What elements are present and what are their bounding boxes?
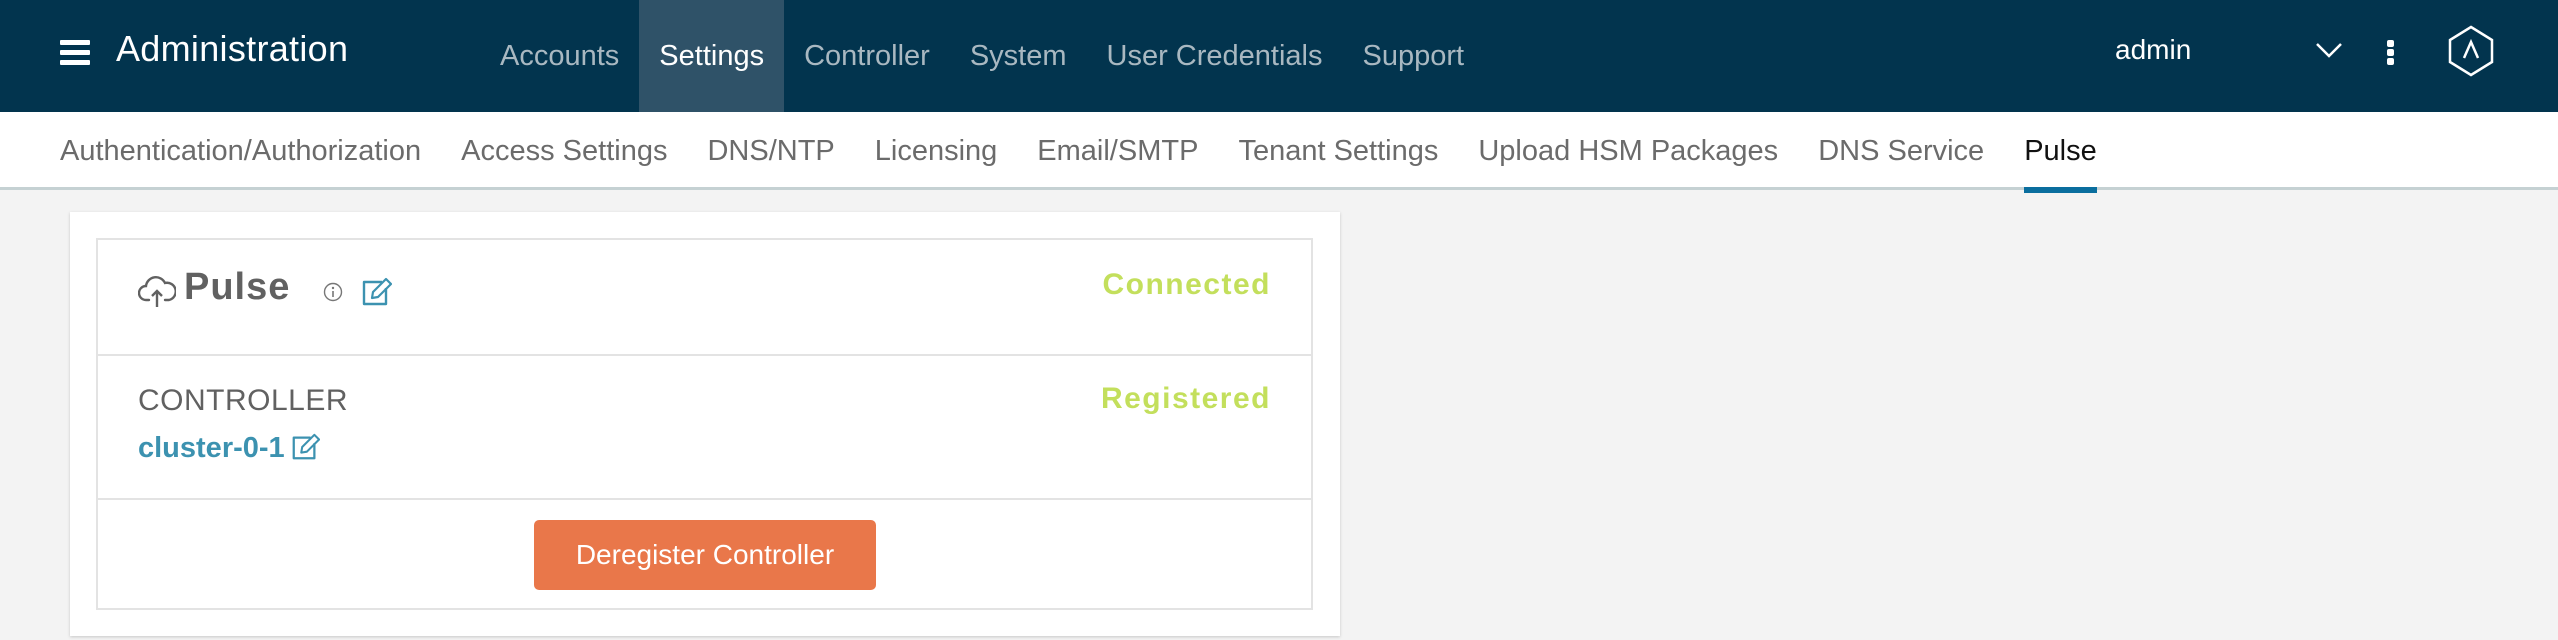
nav-support[interactable]: Support (1342, 0, 1484, 112)
user-menu[interactable]: admin (2115, 34, 2191, 66)
nav-system[interactable]: System (950, 0, 1087, 112)
tab-dns-service[interactable]: DNS Service (1798, 112, 2004, 190)
hamburger-menu-icon[interactable] (60, 40, 90, 66)
tab-licensing[interactable]: Licensing (855, 112, 1018, 190)
chevron-down-icon[interactable] (2315, 40, 2343, 60)
tab-email-smtp[interactable]: Email/SMTP (1017, 112, 1218, 190)
nav-controller[interactable]: Controller (784, 0, 950, 112)
controller-name-link[interactable]: cluster-0-1 (138, 432, 285, 465)
pulse-header-row: Pulse Connected (98, 240, 1311, 356)
registration-status: Registered (1100, 382, 1271, 415)
top-header: Administration Accounts Settings Control… (0, 0, 2558, 112)
controller-row: CONTROLLER cluster-0-1 Registered (98, 356, 1311, 500)
pulse-card: Pulse Connected CONTROLLER cluster-0-1 R… (70, 212, 1340, 636)
actions-row: Deregister Controller (98, 500, 1311, 610)
tab-tenant-settings[interactable]: Tenant Settings (1218, 112, 1458, 190)
tab-access-settings[interactable]: Access Settings (441, 112, 687, 190)
tab-upload-hsm-packages[interactable]: Upload HSM Packages (1458, 112, 1798, 190)
edit-controller-icon[interactable] (290, 432, 320, 462)
nav-settings[interactable]: Settings (639, 0, 785, 112)
connection-status: Connected (1102, 268, 1271, 301)
nav-accounts[interactable]: Accounts (480, 0, 639, 112)
kebab-menu-icon[interactable] (2384, 38, 2396, 66)
deregister-controller-button[interactable]: Deregister Controller (534, 520, 876, 590)
tab-authentication-authorization[interactable]: Authentication/Authorization (40, 112, 441, 190)
edit-icon[interactable] (360, 276, 392, 308)
tab-pulse[interactable]: Pulse (2004, 112, 2117, 193)
pulse-panel: Pulse Connected CONTROLLER cluster-0-1 R… (96, 238, 1313, 610)
app-title: Administration (116, 28, 349, 69)
main-nav: Accounts Settings Controller System User… (480, 0, 1484, 112)
pulse-title: Pulse (184, 266, 291, 308)
tab-dns-ntp[interactable]: DNS/NTP (687, 112, 854, 190)
nav-user-credentials[interactable]: User Credentials (1087, 0, 1343, 112)
cloud-upload-icon (138, 276, 176, 307)
hexagon-logo-icon[interactable] (2448, 25, 2494, 77)
controller-label: CONTROLLER (138, 384, 349, 417)
info-icon[interactable] (323, 282, 343, 302)
settings-subnav: Authentication/Authorization Access Sett… (0, 112, 2558, 193)
